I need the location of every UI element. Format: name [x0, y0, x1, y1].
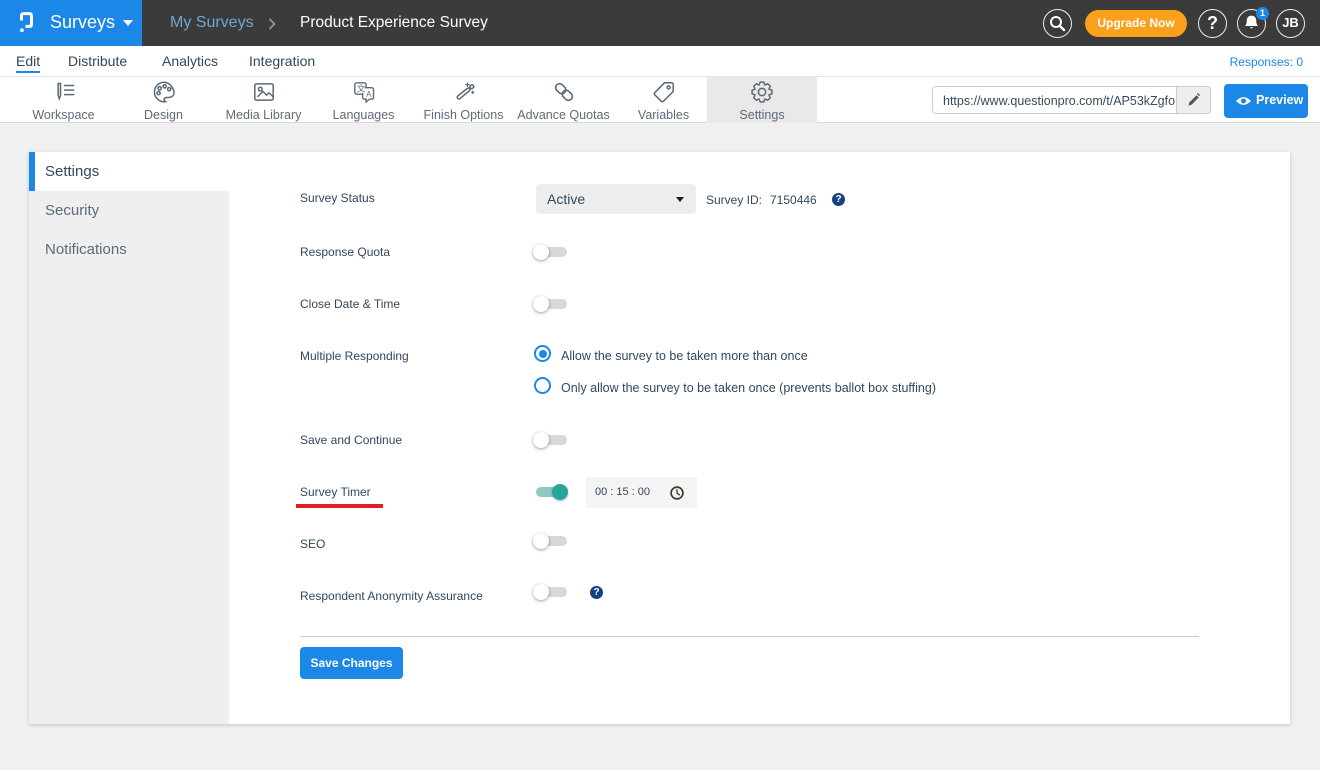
- svg-text:文: 文: [356, 83, 365, 94]
- svg-text:A: A: [366, 90, 372, 99]
